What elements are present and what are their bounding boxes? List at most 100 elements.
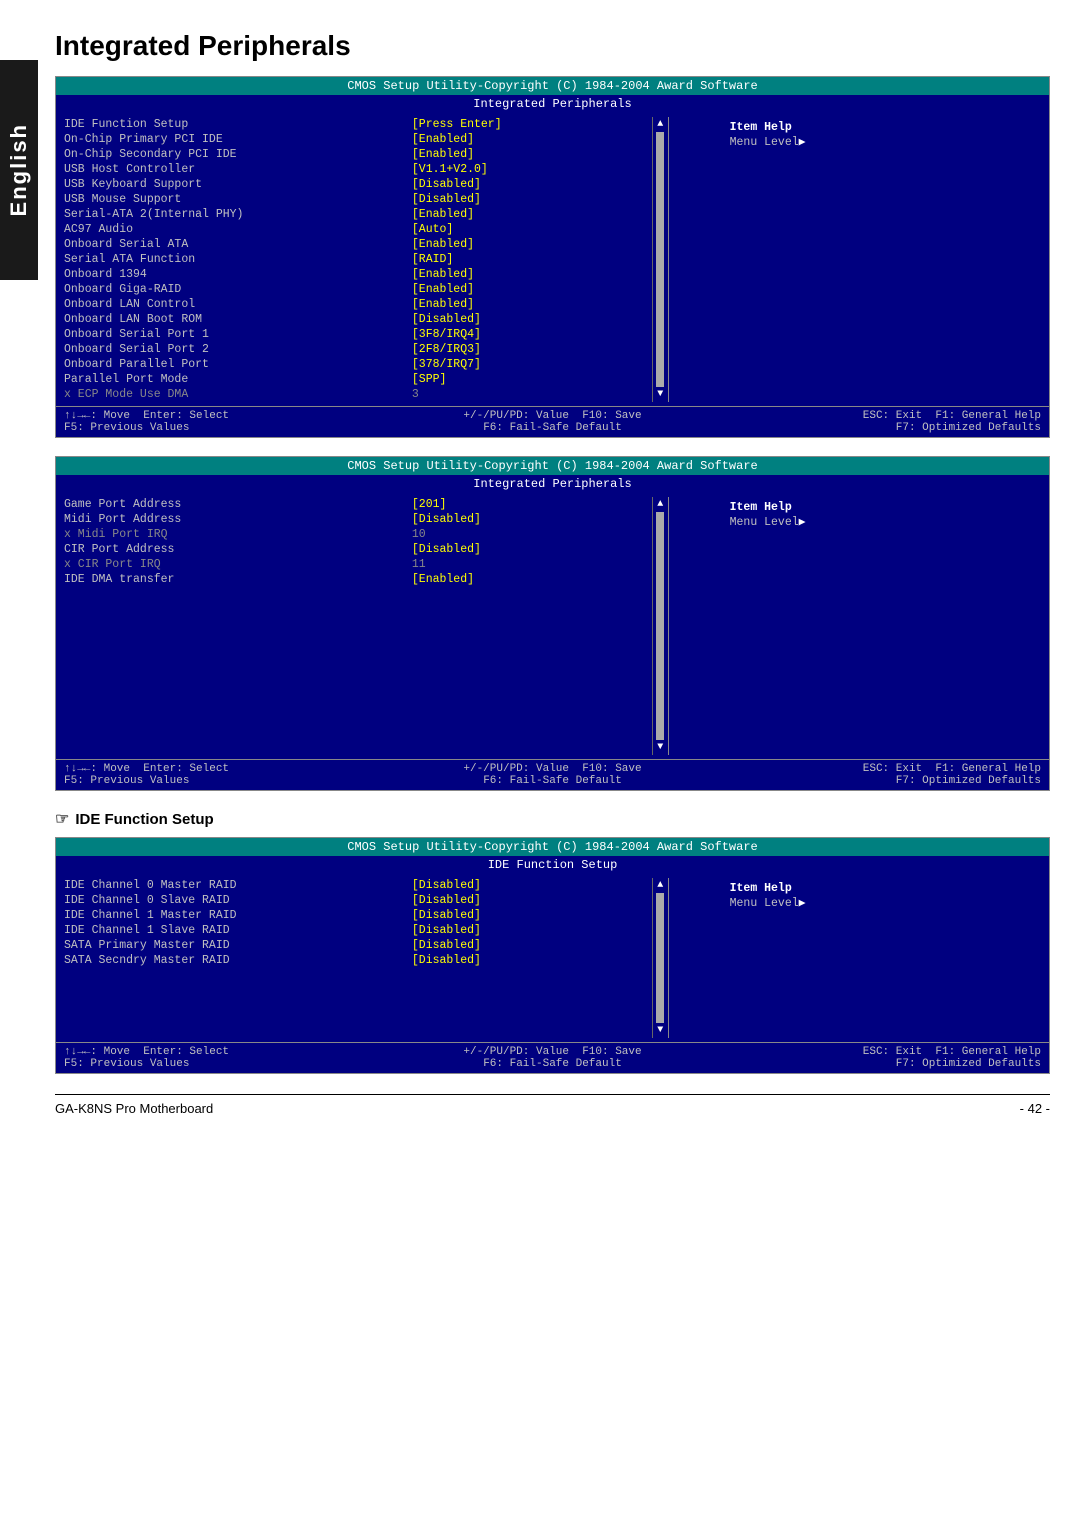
row-label: On-Chip Primary PCI IDE	[64, 133, 383, 146]
table-row[interactable]: USB Mouse Support [Disabled]	[64, 192, 644, 207]
bios-footer-3: ↑↓→←: Move Enter: Select F5: Previous Va…	[56, 1042, 1049, 1073]
row-value: [3F8/IRQ4]	[412, 328, 644, 341]
table-row[interactable]: IDE DMA transfer[Enabled]	[64, 572, 644, 587]
row-label: Parallel Port Mode	[64, 373, 383, 386]
table-row[interactable]: Serial-ATA 2(Internal PHY) [Enabled]	[64, 207, 644, 222]
table-row[interactable]: Onboard Serial Port 1 [3F8/IRQ4]	[64, 327, 644, 342]
table-row[interactable]: Game Port Address[201]	[64, 497, 644, 512]
bios-scrollbar-1[interactable]: ▲ ▼	[652, 117, 668, 402]
table-row[interactable]: USB Keyboard Support [Disabled]	[64, 177, 644, 192]
scroll-up-icon-3[interactable]: ▲	[657, 880, 663, 891]
scroll-down-icon[interactable]: ▼	[657, 389, 663, 400]
bios-scrollbar-3[interactable]: ▲ ▼	[652, 878, 668, 1038]
item-help-label-2: Item Help	[730, 501, 806, 514]
row-label: Onboard 1394	[64, 268, 383, 281]
row-value: 3	[412, 388, 644, 401]
bios-rows-3: IDE Channel 0 Master RAID[Disabled]IDE C…	[56, 878, 652, 1038]
row-label: Onboard Serial Port 1	[64, 328, 383, 341]
row-value: [2F8/IRQ3]	[412, 343, 644, 356]
row-value: [Disabled]	[412, 513, 644, 526]
scroll-up-icon[interactable]: ▲	[657, 119, 663, 130]
table-row[interactable]: Parallel Port Mode [SPP]	[64, 372, 644, 387]
row-value: [Disabled]	[412, 909, 644, 922]
row-label: Serial-ATA 2(Internal PHY)	[64, 208, 383, 221]
side-tab-label: English	[6, 123, 32, 216]
row-value: [Disabled]	[412, 879, 644, 892]
row-label: USB Host Controller	[64, 163, 383, 176]
table-row[interactable]: Onboard Serial ATA [Enabled]	[64, 237, 644, 252]
row-label: Onboard LAN Control	[64, 298, 383, 311]
table-row[interactable]: SATA Secndry Master RAID[Disabled]	[64, 953, 644, 968]
row-label: Onboard Serial ATA	[64, 238, 383, 251]
table-row[interactable]: Onboard LAN Control [Enabled]	[64, 297, 644, 312]
bios-box-3: CMOS Setup Utility-Copyright (C) 1984-20…	[55, 837, 1050, 1074]
footer-left: GA-K8NS Pro Motherboard	[55, 1101, 213, 1116]
bios-rows-1: IDE Function Setup[Press Enter]On-Chip P…	[56, 117, 652, 402]
table-row[interactable]: Onboard Parallel Port [378/IRQ7]	[64, 357, 644, 372]
table-row[interactable]: Onboard Serial Port 2 [2F8/IRQ3]	[64, 342, 644, 357]
bios-title-2-line2: Integrated Peripherals	[56, 475, 1049, 493]
row-value: [Enabled]	[412, 298, 644, 311]
table-row[interactable]: Onboard LAN Boot ROM[Disabled]	[64, 312, 644, 327]
scroll-down-icon-2[interactable]: ▼	[657, 742, 663, 753]
menu-level-2: Menu Level▶	[730, 514, 806, 529]
row-value: [Enabled]	[412, 148, 644, 161]
table-row[interactable]: IDE Function Setup [Press Enter]	[64, 117, 644, 132]
table-row[interactable]: IDE Channel 1 Master RAID [Disabled]	[64, 908, 644, 923]
row-label: x CIR Port IRQ	[64, 558, 383, 571]
row-value: [SPP]	[412, 373, 644, 386]
row-value: [201]	[412, 498, 644, 511]
bios-box-2: CMOS Setup Utility-Copyright (C) 1984-20…	[55, 456, 1050, 791]
scroll-up-icon-2[interactable]: ▲	[657, 499, 663, 510]
footer-right: - 42 -	[1020, 1101, 1050, 1116]
bios-title-2-line1: CMOS Setup Utility-Copyright (C) 1984-20…	[56, 457, 1049, 475]
row-label: USB Keyboard Support	[64, 178, 383, 191]
item-help-2: Item Help Menu Level▶	[668, 497, 867, 755]
row-value: [Disabled]	[412, 543, 644, 556]
item-help-label-3: Item Help	[730, 882, 806, 895]
table-row[interactable]: IDE Channel 1 Slave RAID[Disabled]	[64, 923, 644, 938]
table-row[interactable]: Onboard 1394[Enabled]	[64, 267, 644, 282]
table-row[interactable]: Midi Port Address[Disabled]	[64, 512, 644, 527]
row-value: [Enabled]	[412, 208, 644, 221]
item-help-3: Item Help Menu Level▶	[668, 878, 867, 1038]
table-row[interactable]: On-Chip Primary PCI IDE [Enabled]	[64, 132, 644, 147]
row-value: [378/IRQ7]	[412, 358, 644, 371]
row-label: Onboard Serial Port 2	[64, 343, 383, 356]
row-value: [Auto]	[412, 223, 644, 236]
section-arrow-icon: ☞	[55, 809, 69, 829]
row-label: IDE Channel 1 Master RAID	[64, 909, 383, 922]
table-row[interactable]: On-Chip Secondary PCI IDE[Enabled]	[64, 147, 644, 162]
ide-section-title: IDE Function Setup	[75, 811, 213, 828]
row-label: x Midi Port IRQ	[64, 528, 383, 541]
row-value: [Enabled]	[412, 133, 644, 146]
table-row: x ECP Mode Use DMA3	[64, 387, 644, 402]
row-value: [Enabled]	[412, 238, 644, 251]
bios-title-1-line2: Integrated Peripherals	[56, 95, 1049, 113]
ide-section-heading: ☞ IDE Function Setup	[55, 809, 1050, 829]
row-label: AC97 Audio	[64, 223, 383, 236]
table-row[interactable]: Onboard Giga-RAID[Enabled]	[64, 282, 644, 297]
table-row[interactable]: Serial ATA Function[RAID]	[64, 252, 644, 267]
side-tab: English	[0, 60, 38, 280]
bios-scrollbar-2[interactable]: ▲ ▼	[652, 497, 668, 755]
row-value: [RAID]	[412, 253, 644, 266]
row-label: Onboard Parallel Port	[64, 358, 383, 371]
row-value: [Disabled]	[412, 193, 644, 206]
row-label: SATA Secndry Master RAID	[64, 954, 383, 967]
row-value: [Press Enter]	[412, 118, 644, 131]
table-row[interactable]: IDE Channel 0 Slave RAID[Disabled]	[64, 893, 644, 908]
table-row[interactable]: IDE Channel 0 Master RAID[Disabled]	[64, 878, 644, 893]
row-label: IDE Function Setup	[64, 118, 383, 131]
row-value: [Disabled]	[412, 924, 644, 937]
row-value: [Disabled]	[412, 178, 644, 191]
bios-rows-2: Game Port Address[201]Midi Port Address[…	[56, 497, 652, 755]
table-row[interactable]: CIR Port Address[Disabled]	[64, 542, 644, 557]
table-row[interactable]: USB Host Controller[V1.1+V2.0]	[64, 162, 644, 177]
table-row: x CIR Port IRQ11	[64, 557, 644, 572]
table-row[interactable]: AC97 Audio [Auto]	[64, 222, 644, 237]
table-row[interactable]: SATA Primary Master RAID[Disabled]	[64, 938, 644, 953]
menu-level-1: Menu Level▶	[730, 134, 806, 149]
row-label: USB Mouse Support	[64, 193, 383, 206]
scroll-down-icon-3[interactable]: ▼	[657, 1025, 663, 1036]
